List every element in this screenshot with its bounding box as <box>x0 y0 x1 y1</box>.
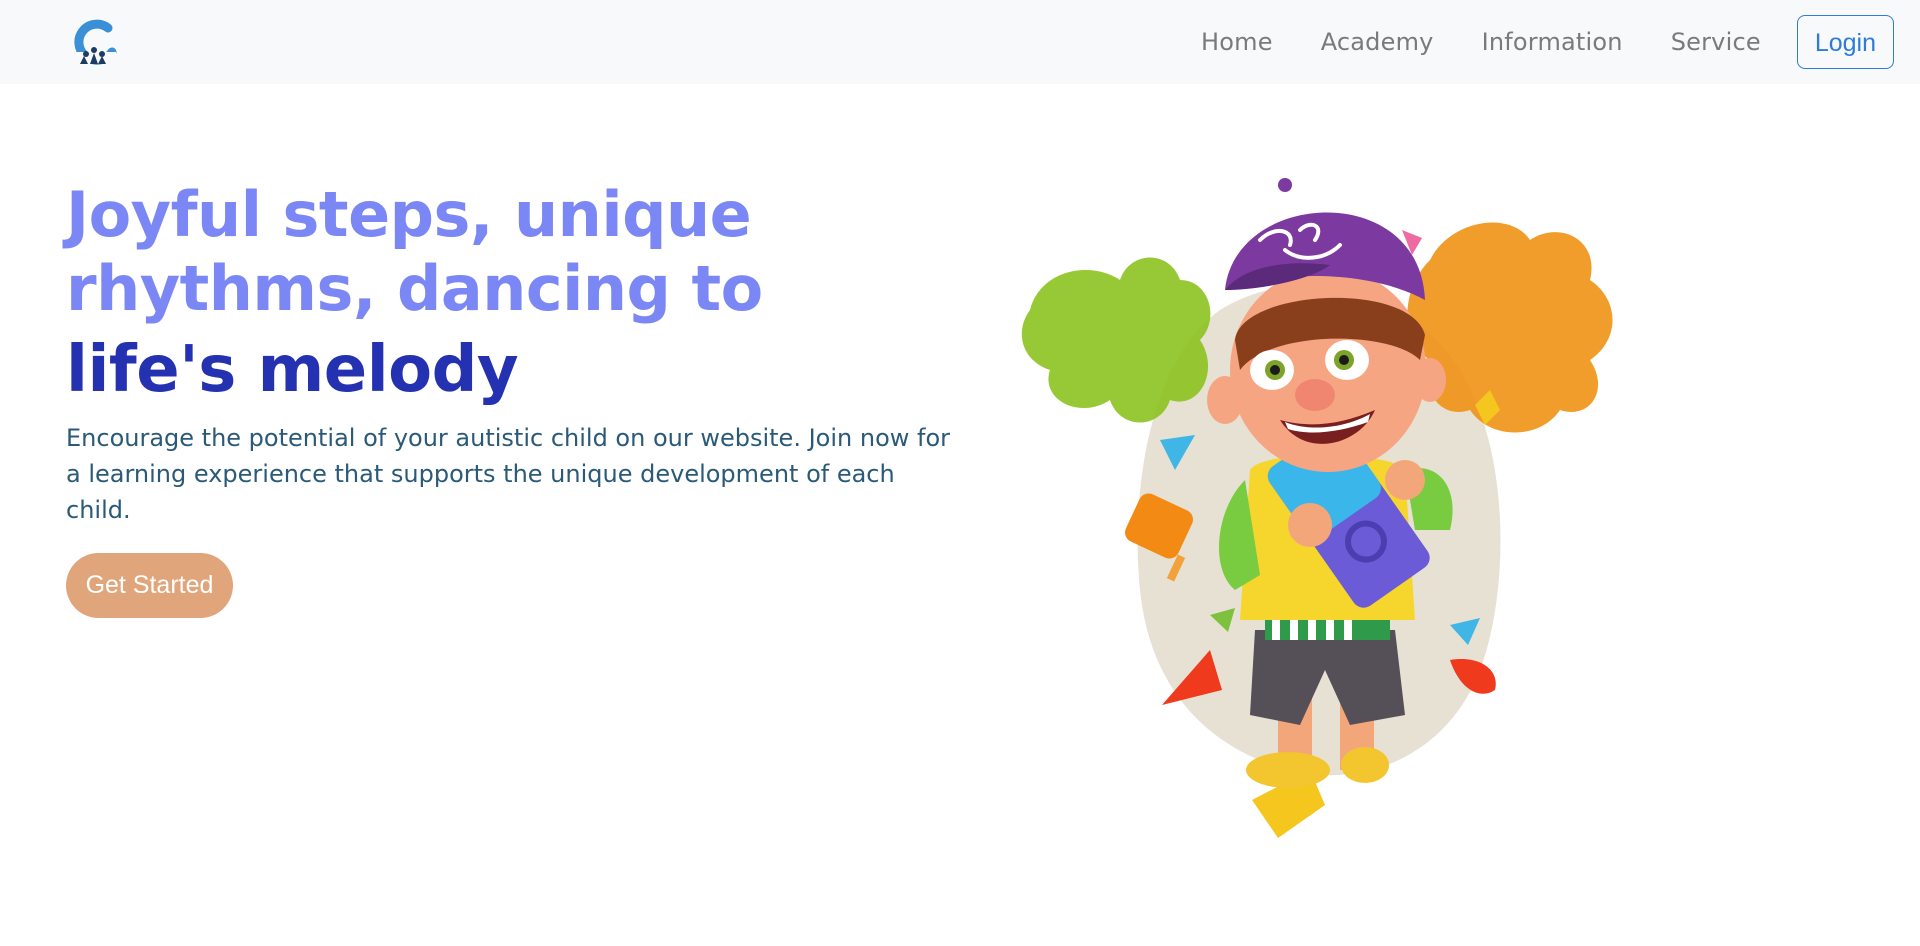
brand-logo-icon[interactable] <box>68 16 122 68</box>
hero-illustration <box>1010 170 1660 850</box>
nav-link-information[interactable]: Information <box>1482 28 1623 56</box>
nav-links: Home Academy Information Service Login <box>1201 0 1894 84</box>
orange-puzzle-icon <box>1407 222 1613 433</box>
hero-headline-line1: Joyful steps, unique rhythms, dancing to <box>66 178 763 325</box>
get-started-button[interactable]: Get Started <box>66 553 233 618</box>
navbar: Home Academy Information Service Login <box>0 0 1920 84</box>
nav-link-academy[interactable]: Academy <box>1321 28 1434 56</box>
nav-link-service[interactable]: Service <box>1671 28 1761 56</box>
login-button[interactable]: Login <box>1796 15 1894 69</box>
green-puzzle-icon <box>1021 257 1211 423</box>
hero-description: Encourage the potential of your autistic… <box>66 424 951 524</box>
nav-link-home[interactable]: Home <box>1201 28 1273 56</box>
hero-headline-line2: life's melody <box>66 333 519 407</box>
